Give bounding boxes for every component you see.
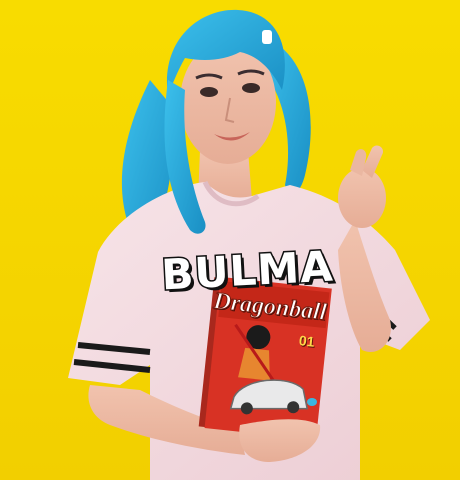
- hand: [338, 168, 386, 228]
- right-eye: [242, 83, 260, 93]
- manga-volume-number: 01: [298, 332, 316, 350]
- hair-clip: [262, 30, 272, 44]
- fingernail: [307, 398, 317, 406]
- photo-scene: BULMA Dragonball 01: [0, 0, 460, 480]
- left-eye: [200, 87, 218, 97]
